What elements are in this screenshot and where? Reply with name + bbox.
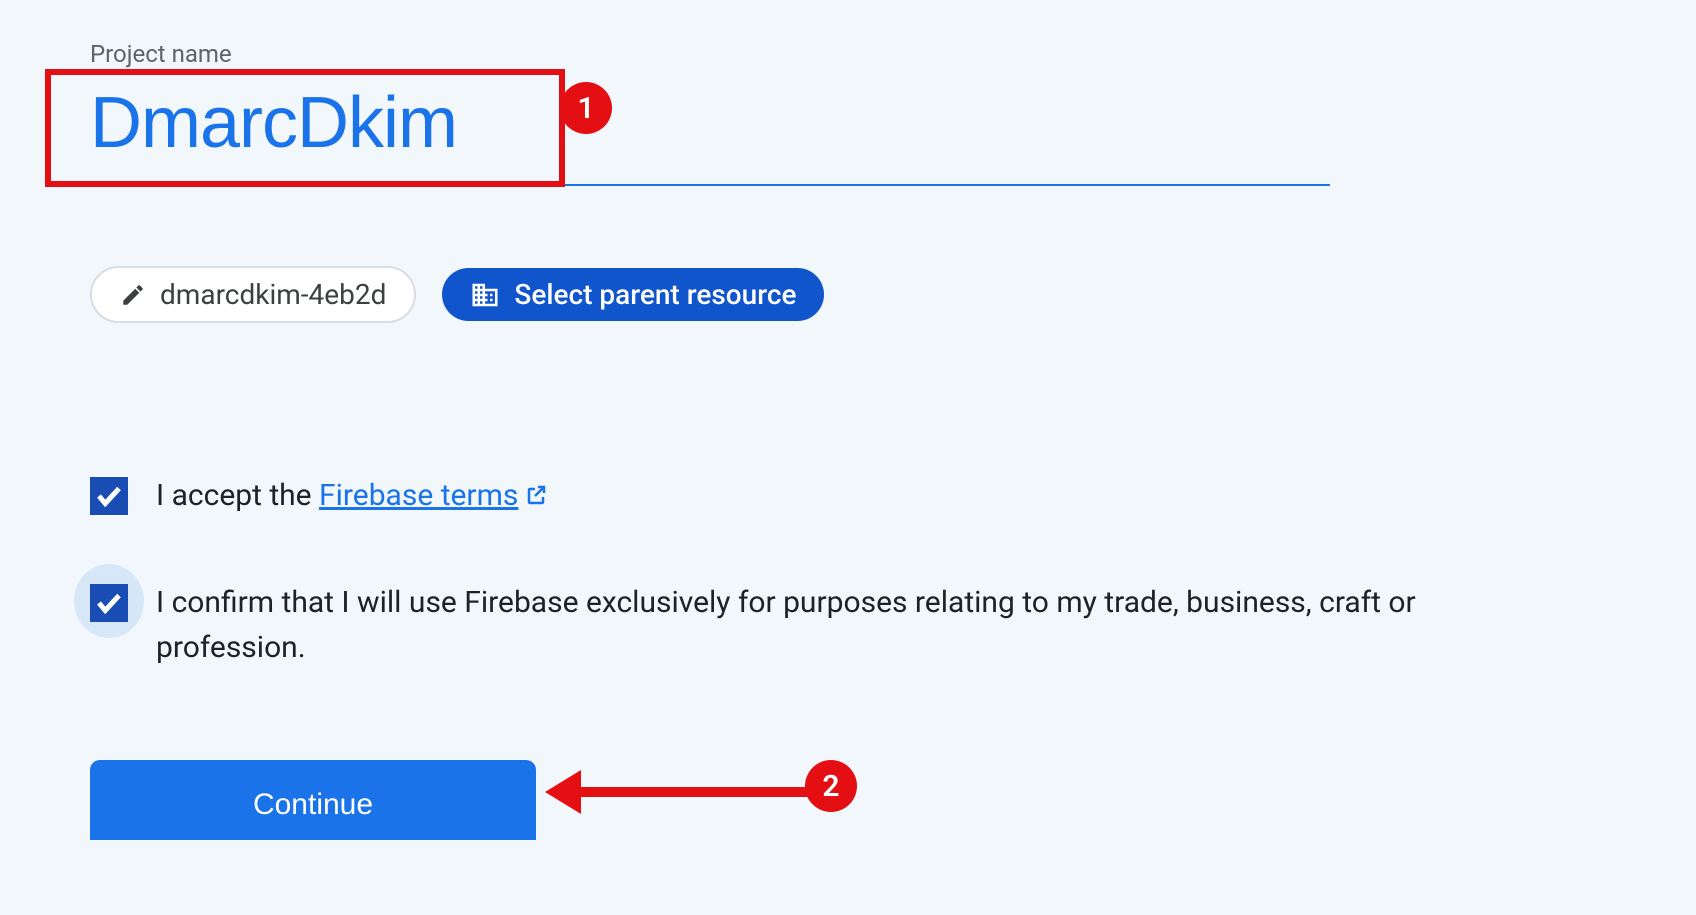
terms-prefix: I accept the: [156, 478, 319, 513]
confirm-checkbox-row: I confirm that I will use Firebase exclu…: [90, 580, 1606, 670]
terms-checkbox-row: I accept the Firebase terms: [90, 473, 1606, 520]
terms-checkbox[interactable]: [90, 477, 128, 515]
terms-label: I accept the Firebase terms: [156, 473, 548, 520]
firebase-terms-link[interactable]: Firebase terms: [319, 478, 548, 513]
confirm-checkbox[interactable]: [90, 584, 128, 622]
continue-button[interactable]: Continue: [90, 760, 536, 840]
pencil-icon: [120, 282, 146, 308]
annotation-callout-2: 2: [805, 760, 857, 812]
check-icon: [94, 588, 124, 618]
annotation-callout-1: 1: [560, 82, 612, 134]
select-parent-label: Select parent resource: [514, 278, 796, 311]
annotation-arrow: [545, 770, 811, 814]
confirm-label: I confirm that I will use Firebase exclu…: [156, 580, 1476, 670]
project-name-field: [90, 74, 1330, 186]
external-link-icon: [524, 475, 548, 520]
check-icon: [94, 481, 124, 511]
organization-icon: [470, 280, 500, 310]
project-name-label: Project name: [90, 40, 1606, 68]
edit-project-id-chip[interactable]: dmarcdkim-4eb2d: [90, 266, 416, 323]
project-name-input[interactable]: [90, 74, 1330, 184]
project-id-text: dmarcdkim-4eb2d: [160, 278, 386, 311]
select-parent-resource-chip[interactable]: Select parent resource: [442, 268, 824, 321]
